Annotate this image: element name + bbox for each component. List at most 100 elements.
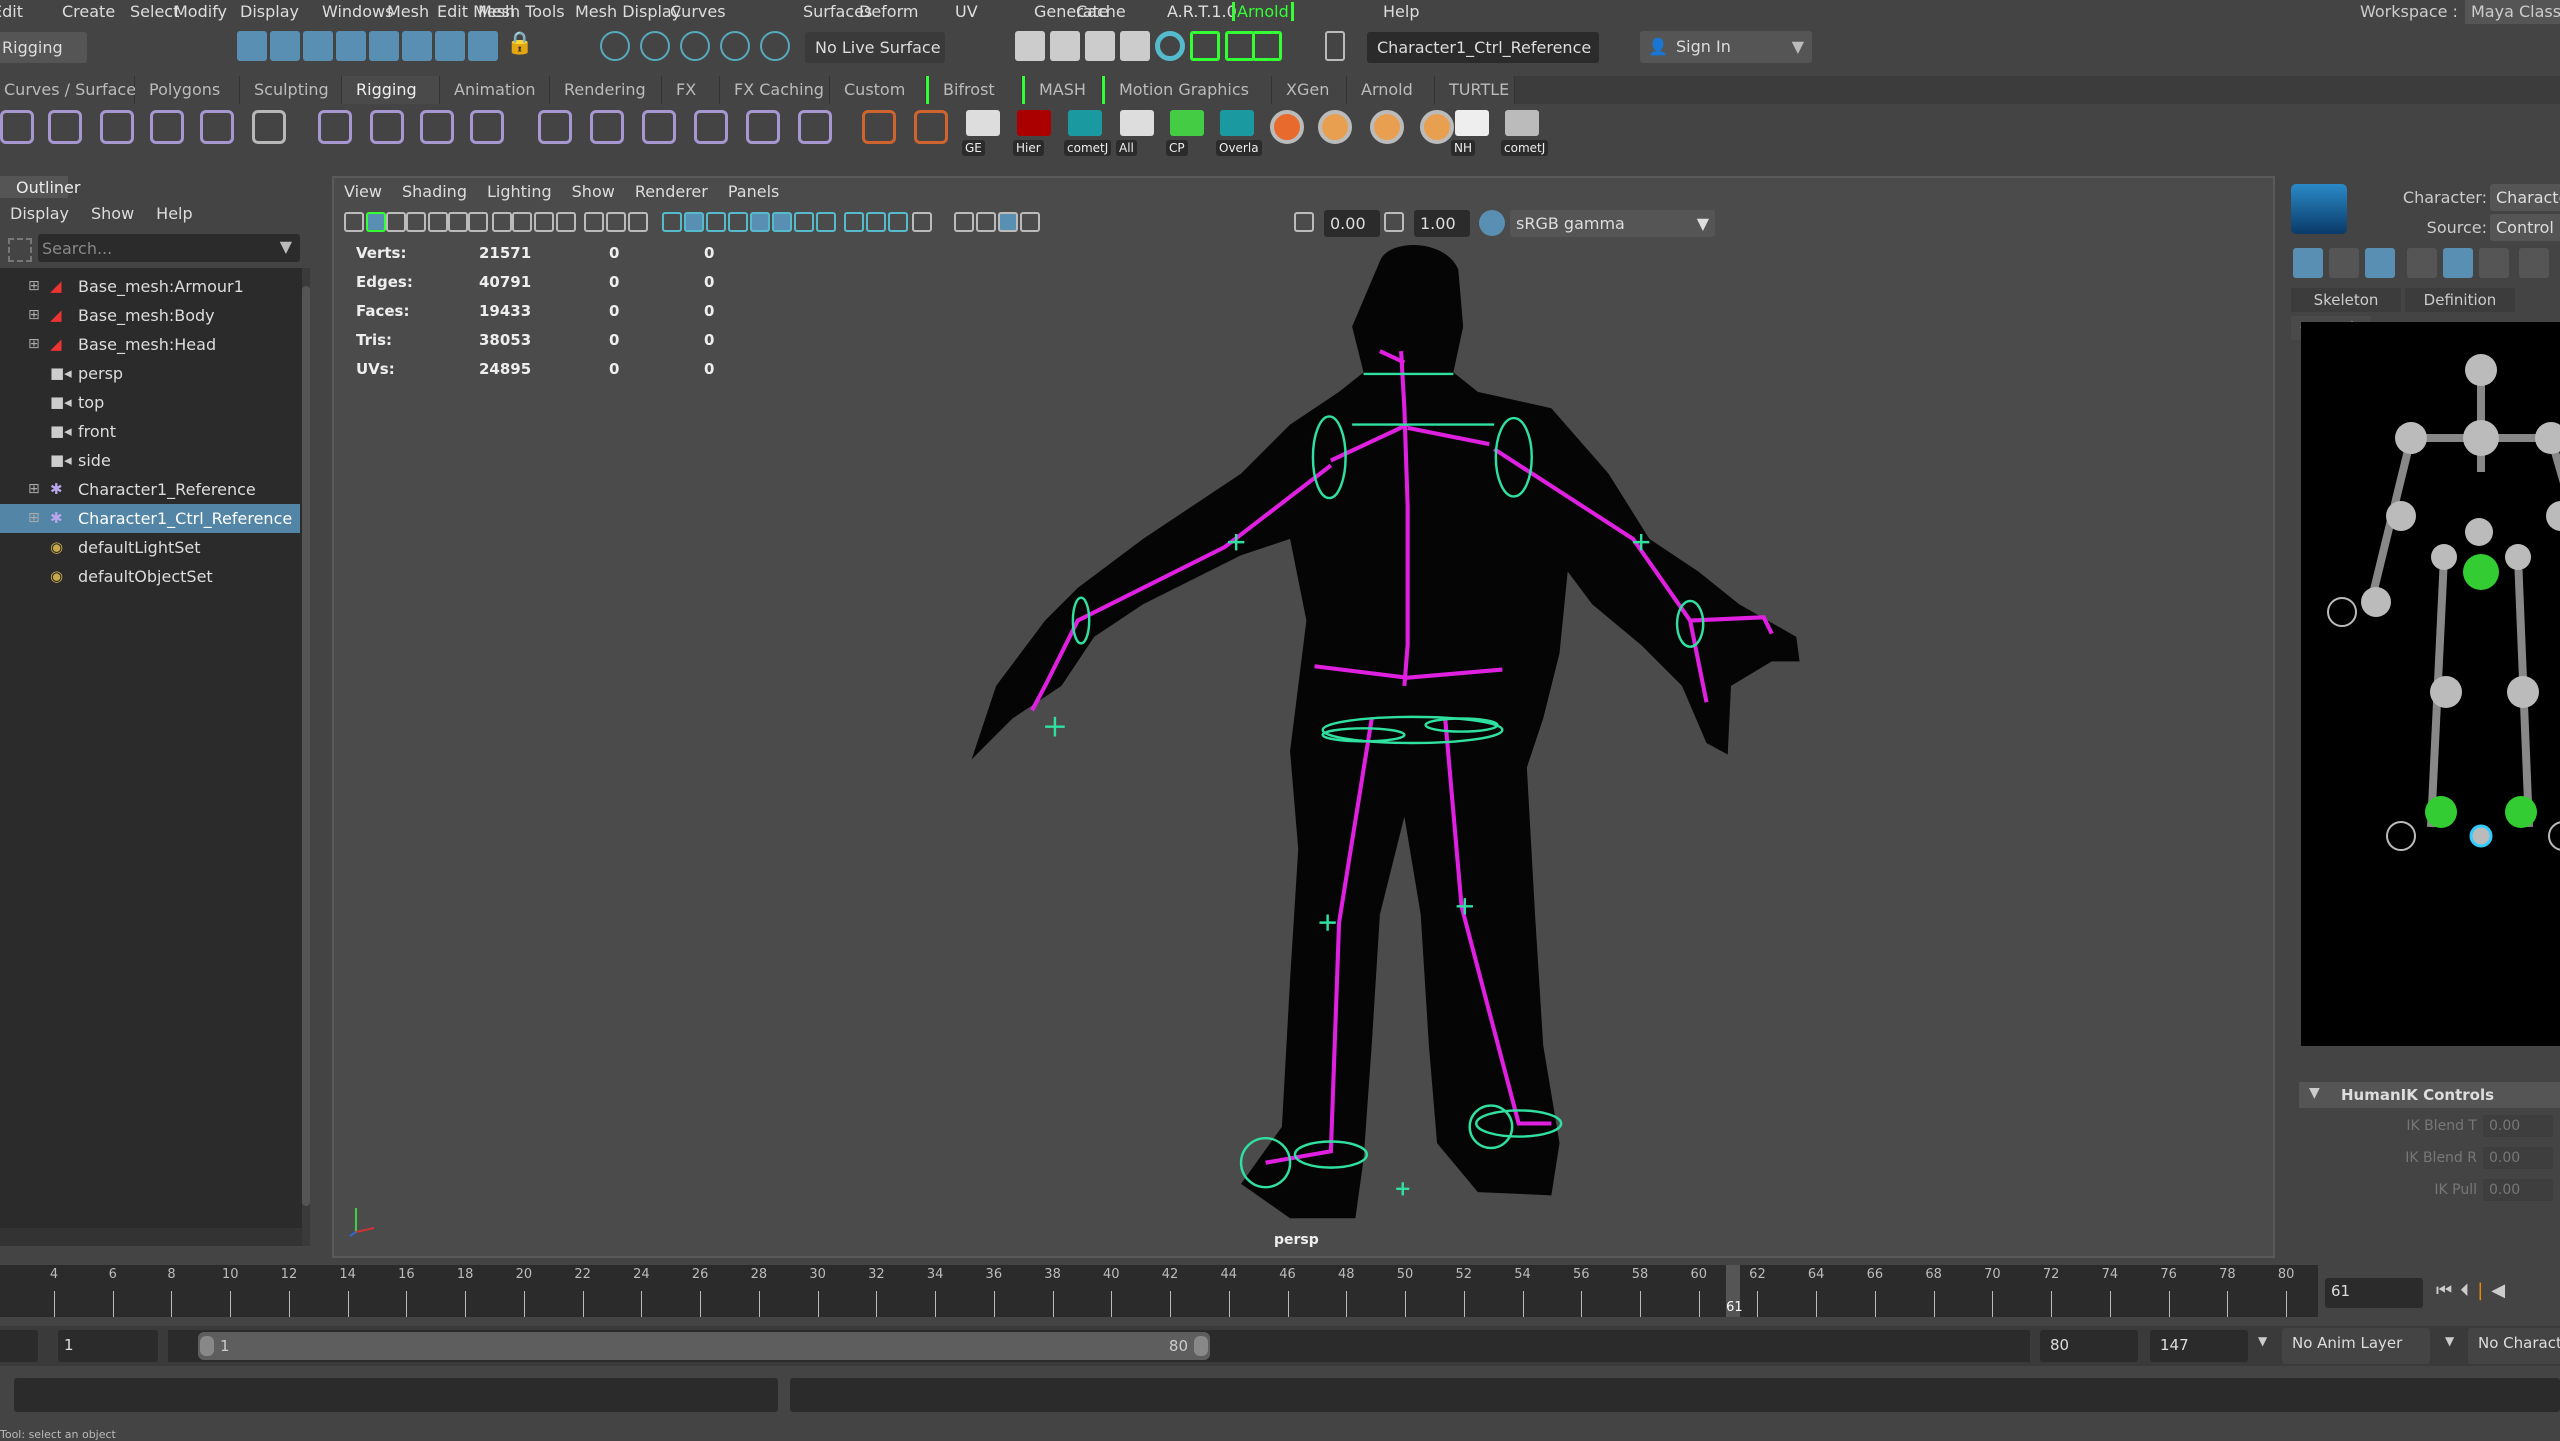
menu-modify[interactable]: Modify [174, 2, 227, 21]
snap-grid-icon[interactable] [600, 31, 630, 61]
exposure-field[interactable]: 0.00 [1324, 210, 1380, 237]
menu-help[interactable]: Help [1383, 2, 1419, 21]
arnold-shelf-icon[interactable] [1420, 110, 1454, 144]
exposure-icon[interactable] [1294, 212, 1314, 232]
menu-create[interactable]: Create [62, 2, 115, 21]
select-joint-icon[interactable] [270, 31, 300, 61]
skeleton-ribcage-icon[interactable] [2365, 248, 2395, 278]
image-plane-icon[interactable] [428, 212, 448, 232]
outliner-item[interactable]: ⊞ ◢ Base_mesh:Body [0, 301, 300, 330]
shelf-tab-arnold[interactable]: Arnold [1347, 76, 1435, 104]
lock-camera-icon[interactable] [366, 212, 386, 232]
chevron-down-icon[interactable]: ▼ [2445, 1334, 2454, 1348]
grid-icon[interactable] [492, 212, 512, 232]
nh-icon[interactable]: NH [1451, 110, 1489, 156]
textured-icon[interactable] [750, 212, 770, 232]
shelf-tab-curves-surfaces[interactable]: Curves / Surfaces [0, 76, 144, 104]
lattice-icon[interactable] [420, 110, 454, 144]
character-dropdown[interactable]: Character1 [2490, 184, 2560, 211]
menu-edit[interactable]: Edit [0, 2, 23, 21]
anim-start-field[interactable] [0, 1330, 38, 1362]
graph-editor-icon[interactable]: GE [962, 110, 1000, 156]
playback-end-field[interactable]: 80 [2040, 1330, 2138, 1362]
outliner-item[interactable]: ⊞ ✱ Character1_Reference [0, 475, 300, 504]
hypershade-icon[interactable] [1155, 31, 1185, 61]
anim-layer-dropdown[interactable]: No Anim Layer [2282, 1328, 2430, 1364]
ipr-render-icon[interactable] [1085, 31, 1115, 61]
outliner-search-input[interactable]: Search... ▼ [38, 234, 300, 262]
menu-display[interactable]: Display [240, 2, 299, 21]
menu-mesh[interactable]: Mesh [387, 2, 429, 21]
current-frame-field[interactable]: 61 [2325, 1278, 2423, 1308]
resolution-gate-icon[interactable] [534, 212, 554, 232]
overlap-icon[interactable]: Overla [1216, 110, 1262, 156]
menu-set-dropdown[interactable]: Rigging [0, 32, 87, 63]
parent-constraint-icon[interactable] [538, 110, 572, 144]
expand-icon[interactable]: ⊞ [28, 475, 40, 504]
figure-grey-icon[interactable] [2479, 248, 2509, 278]
range-track[interactable]: 1 80 [168, 1330, 2030, 1362]
range-end-grip[interactable] [1194, 1336, 1208, 1356]
shelf-tab-custom[interactable]: Custom [830, 76, 926, 104]
figure-icon[interactable] [2407, 248, 2437, 278]
snap-curve-icon[interactable] [640, 31, 670, 61]
pole-vector-icon[interactable] [798, 110, 832, 144]
expand-icon[interactable]: ⊞ [28, 504, 40, 533]
viewport-menu-view[interactable]: View [344, 182, 382, 201]
viewport-menu-renderer[interactable]: Renderer [635, 182, 708, 201]
select-by-hierarchy-icon[interactable] [237, 31, 267, 61]
step-back-frame-icon[interactable]: | [2477, 1280, 2491, 1301]
menu-mesh-display[interactable]: Mesh Display [575, 2, 681, 21]
camera-attributes-icon[interactable] [386, 212, 406, 232]
skeleton-icon[interactable] [252, 110, 286, 144]
range-start-grip[interactable] [200, 1336, 214, 1356]
safe-action-icon[interactable] [606, 212, 626, 232]
render-settings-icon[interactable] [1120, 31, 1150, 61]
select-curve-icon[interactable] [303, 31, 333, 61]
outliner-item[interactable]: ⊞ ◢ Base_mesh:Armour1 [0, 272, 300, 301]
anim-end-field[interactable]: 147 [2150, 1330, 2248, 1362]
outliner-h-scrollbar[interactable] [0, 1228, 302, 1246]
outliner-scrollbar[interactable] [302, 268, 310, 1246]
shelf-tab-turtle[interactable]: TURTLE [1435, 76, 1515, 104]
outliner-menu-help[interactable]: Help [156, 204, 192, 223]
filter-icon[interactable] [8, 238, 32, 262]
live-surface-field[interactable]: No Live Surface [805, 32, 945, 63]
field-chart-icon[interactable] [584, 212, 604, 232]
create-skeleton-icon[interactable] [2293, 248, 2323, 278]
outliner-menu-display[interactable]: Display [10, 204, 69, 223]
bookmark-icon[interactable] [406, 212, 426, 232]
shadows-icon[interactable] [794, 212, 814, 232]
select-handle-icon[interactable] [336, 31, 366, 61]
viewport-menu-show[interactable]: Show [572, 182, 615, 201]
viewport-menu-shading[interactable]: Shading [402, 182, 467, 201]
cp-icon[interactable]: CP [1166, 110, 1204, 156]
play-backwards-icon[interactable]: ◀ [2491, 1280, 2513, 1301]
aim-constraint-icon[interactable] [746, 110, 780, 144]
safe-title-icon[interactable] [628, 212, 648, 232]
shelf-tab-fx[interactable]: FX [662, 76, 720, 104]
locator-constraint-icon[interactable] [914, 110, 948, 144]
gamma-icon[interactable] [1384, 212, 1404, 232]
snap-live-icon[interactable] [760, 31, 790, 61]
backface-icon[interactable] [1020, 212, 1040, 232]
selection-name-field[interactable]: Character1_Ctrl_Reference [1367, 32, 1599, 63]
orient-constraint-icon[interactable] [642, 110, 676, 144]
menu-curves[interactable]: Curves [670, 2, 726, 21]
motion-blur-icon[interactable] [844, 212, 864, 232]
color-space-dropdown[interactable]: sRGB gamma ▼ [1510, 210, 1715, 237]
outliner-title-tab[interactable]: Outliner [0, 176, 80, 198]
shelf-tab-fx-caching[interactable]: FX Caching [720, 76, 830, 104]
shelf-tab-polygons[interactable]: Polygons [135, 76, 240, 104]
anti-aliasing-icon[interactable] [866, 212, 886, 232]
expand-icon[interactable]: ⊞ [28, 272, 40, 301]
film-gate-icon[interactable] [512, 212, 532, 232]
shelf-tab-sculpting[interactable]: Sculpting [240, 76, 342, 104]
sign-in-button[interactable]: 👤 Sign In ▼ [1640, 31, 1812, 63]
xray-joints-icon[interactable] [998, 212, 1018, 232]
range-slider-handle[interactable]: 1 80 [198, 1332, 1210, 1360]
expand-icon[interactable]: ⊞ [28, 330, 40, 359]
render-icon[interactable] [1015, 31, 1045, 61]
color-management-toggle[interactable] [1479, 210, 1505, 236]
outliner-item[interactable]: ■◂ front [0, 417, 300, 446]
